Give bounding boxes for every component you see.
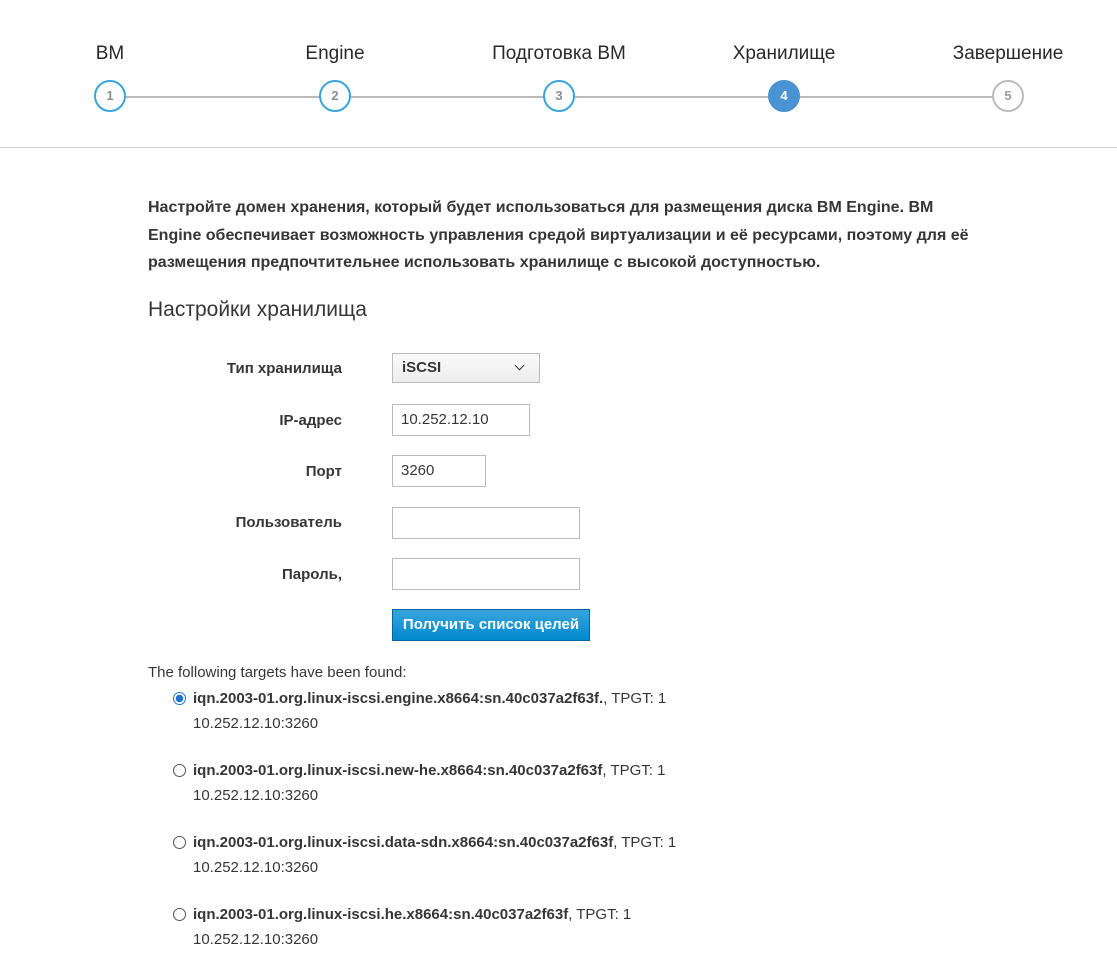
port-input[interactable]: 3260 xyxy=(392,455,486,487)
chevron-down-icon xyxy=(514,360,525,371)
target-address: 10.252.12.10:3260 xyxy=(193,931,319,948)
user-input[interactable] xyxy=(392,507,580,539)
ip-address-label: IP-адрес xyxy=(279,412,342,429)
target-address: 10.252.12.10:3260 xyxy=(193,859,319,876)
ip-address-input[interactable]: 10.252.12.10 xyxy=(392,404,530,436)
target-address: 10.252.12.10:3260 xyxy=(193,715,319,732)
step-1-title: ВМ xyxy=(95,43,125,64)
step-5-circle[interactable]: 5 xyxy=(992,80,1024,112)
step-4-circle[interactable]: 4 xyxy=(768,80,800,112)
target-address: 10.252.12.10:3260 xyxy=(193,787,319,804)
step-3-circle[interactable]: 3 xyxy=(543,80,575,112)
target-name: iqn.2003-01.org.linux-iscsi.engine.x8664… xyxy=(193,690,604,707)
step-1-circle[interactable]: 1 xyxy=(94,80,126,112)
target-radio-1[interactable] xyxy=(173,692,186,705)
section-title: Настройки хранилища xyxy=(148,298,367,321)
storage-type-value: iSCSI xyxy=(402,359,442,376)
port-label: Порт xyxy=(305,463,342,480)
target-radio-3[interactable] xyxy=(173,836,186,849)
step-4-title: Хранилище xyxy=(732,43,836,64)
storage-type-select[interactable]: iSCSI xyxy=(392,353,540,383)
intro-text: Настройте домен хранения, который будет … xyxy=(148,199,969,271)
step-5-title: Завершение xyxy=(952,43,1064,64)
target-tpgt: , TPGT: 1 xyxy=(602,762,666,779)
targets-found-text: The following targets have been found: xyxy=(148,664,407,681)
storage-type-label: Тип хранилища xyxy=(226,360,342,377)
wizard-steps: ВМ 1 Engine 2 Подготовка ВМ 3 Хранилище … xyxy=(0,0,1117,148)
step-2-circle[interactable]: 2 xyxy=(319,80,351,112)
user-label: Пользователь xyxy=(235,514,342,531)
target-name: iqn.2003-01.org.linux-iscsi.new-he.x8664… xyxy=(193,762,603,779)
fetch-targets-button[interactable]: Получить список целей xyxy=(392,609,590,641)
target-tpgt: , TPGT: 1 xyxy=(568,906,632,923)
target-name: iqn.2003-01.org.linux-iscsi.he.x8664:sn.… xyxy=(193,906,569,923)
step-2-title: Engine xyxy=(305,43,365,64)
target-tpgt: , TPGT: 1 xyxy=(603,690,667,707)
target-radio-4[interactable] xyxy=(173,908,186,921)
target-tpgt: , TPGT: 1 xyxy=(613,834,677,851)
step-3-title: Подготовка ВМ xyxy=(492,43,626,64)
password-label: Пароль, xyxy=(282,566,342,583)
target-radio-2[interactable] xyxy=(173,764,186,777)
password-input[interactable] xyxy=(392,558,580,590)
target-name: iqn.2003-01.org.linux-iscsi.data-sdn.x86… xyxy=(193,834,614,851)
